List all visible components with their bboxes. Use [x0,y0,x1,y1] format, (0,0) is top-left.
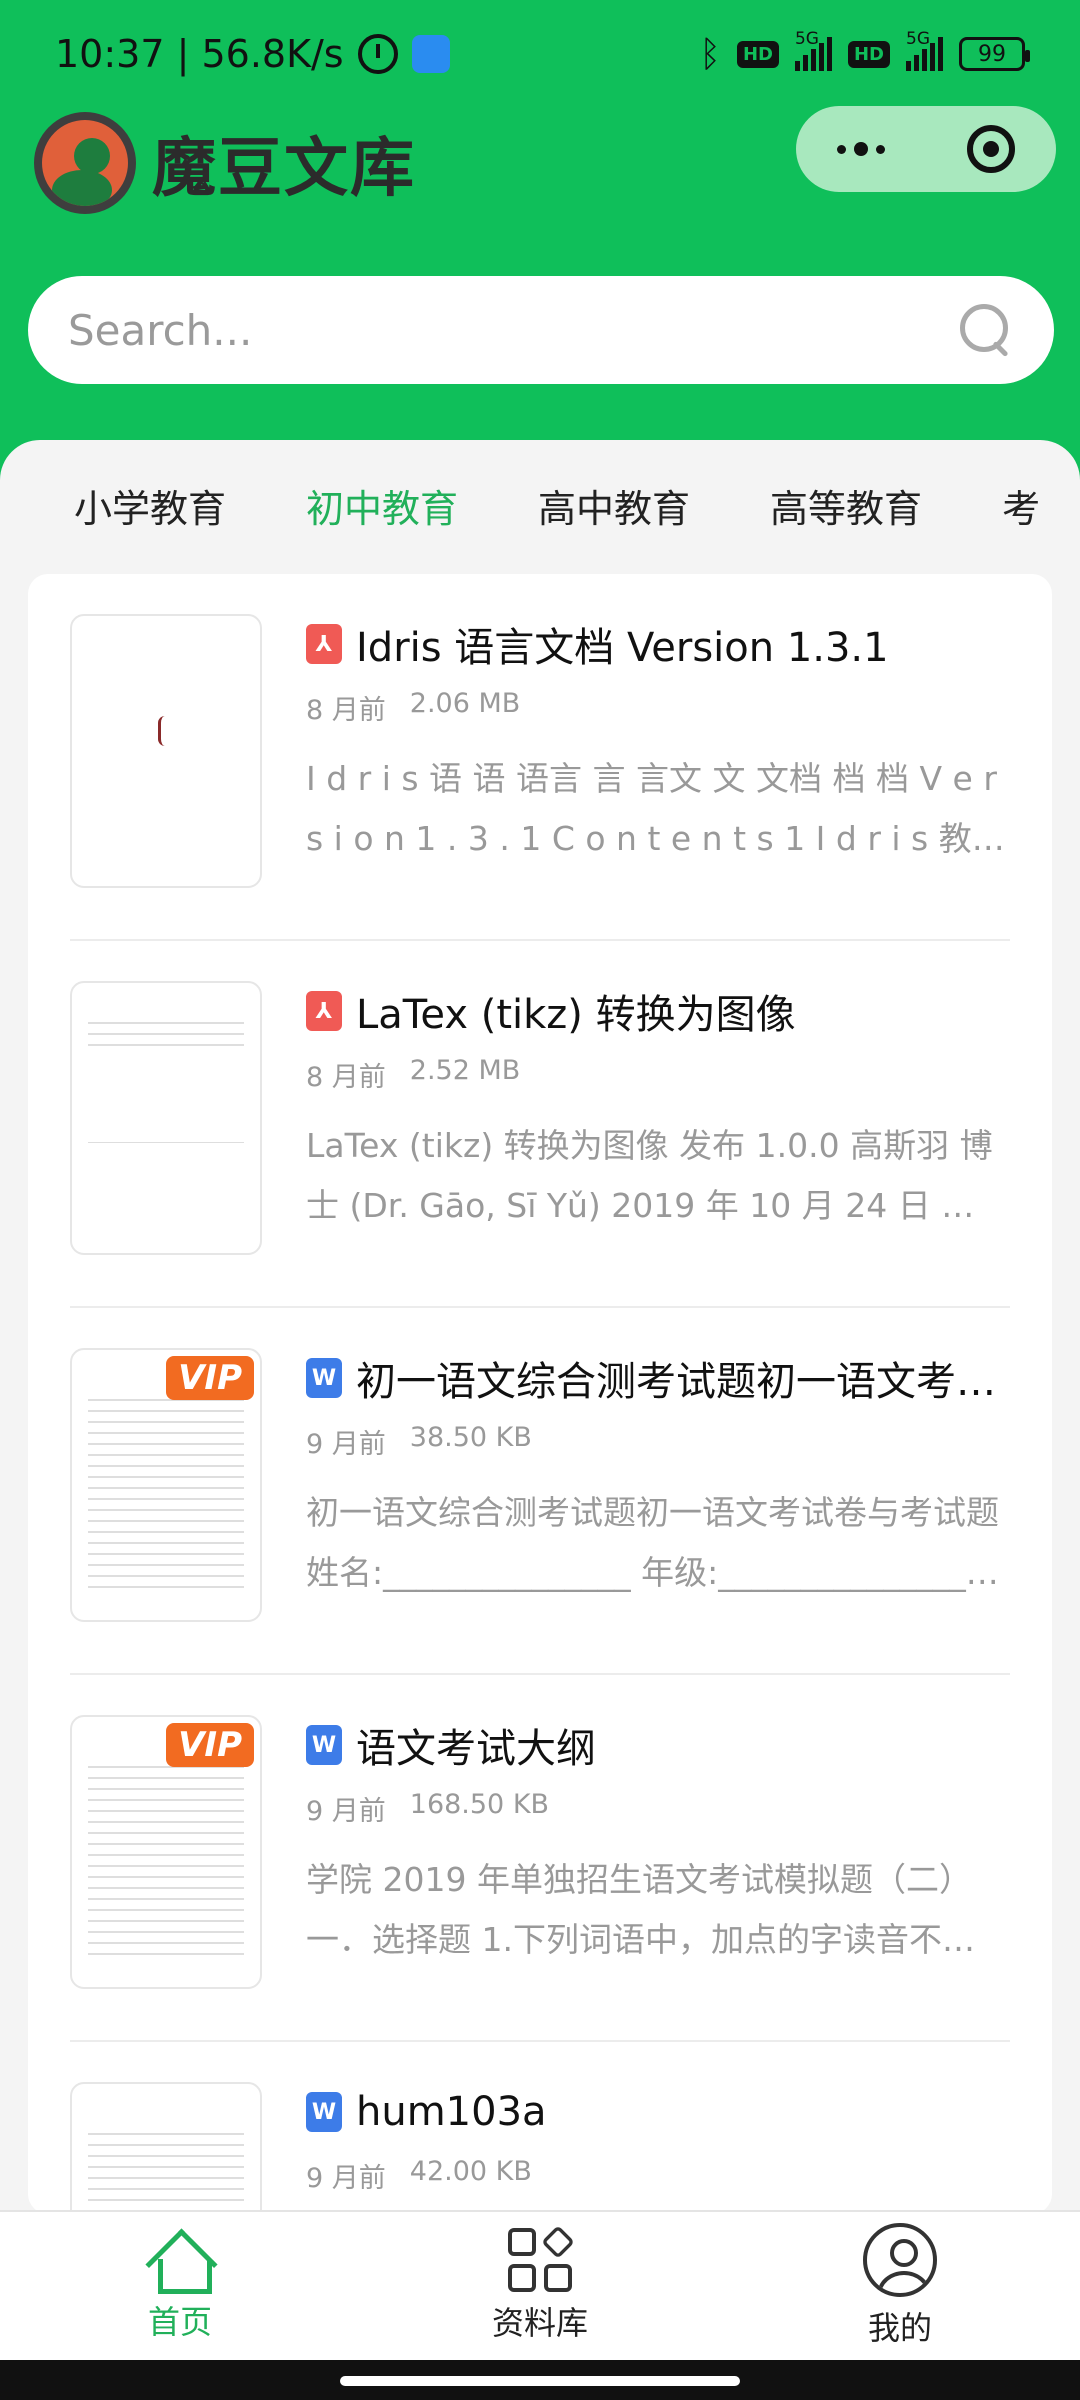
app-notification-icon [411,35,450,73]
nav-label: 我的 [867,2309,932,2347]
document-title: 初一语文综合测考试题初一语文考试卷与考试题 [356,1359,1006,1405]
bottom-nav: 首页 资料库 我的 [0,2210,1080,2360]
document-thumbnail [70,2082,262,2210]
word-icon: W [306,2092,342,2132]
document-item[interactable]: VIP W 初一语文综合测考试题初一语文考试卷与考试题 9 月前 38.50 K… [70,1308,1010,1675]
document-age: 9 月前 [306,2163,386,2194]
document-age: 9 月前 [306,1429,386,1460]
pdf-icon: ⅄ [306,991,342,1031]
miniapp-capsule [796,106,1056,192]
document-thumbnail: VIP [70,1348,262,1622]
vip-badge: VIP [166,1723,254,1767]
category-tabs: 小学教育 初中教育 高中教育 高等教育 考 [0,440,1080,570]
document-thumbnail [70,614,262,888]
status-bar: 10:37 | 56.8K/s ᛒ HD 5G HD 5G 99 [0,0,1080,108]
close-miniapp-button[interactable] [926,106,1056,192]
more-icon [837,142,885,156]
document-size: 2.52 MB [409,1055,521,1086]
signal-icon: 5G [794,29,832,71]
nav-label: 资料库 [491,2304,588,2342]
search-icon[interactable] [958,302,1014,358]
signal-icon-2: 5G [906,29,943,71]
document-size: 2.06 MB [409,688,521,719]
tab-junior-high-education[interactable]: 初中教育 [306,478,458,533]
document-excerpt: 学院 2019 年单独招生语文考试模拟题（二） 一．选择题 1.下列词语中，加点… [306,1860,972,1959]
document-thumbnail [70,981,262,1255]
vip-badge: VIP [166,1356,254,1400]
tab-primary-education[interactable]: 小学教育 [74,478,226,533]
document-excerpt: I d r i s 语 语 语言 言 言文 文 文档 档 档 V e r s i… [306,759,997,858]
document-size: 38.50 KB [409,1422,532,1453]
brand: 魔豆文库 [34,112,416,214]
document-title: hum103a [356,2089,547,2135]
document-item[interactable]: VIP W 语文考试大纲 9 月前 168.50 KB 学院 2019 年单独招… [70,1675,1010,2042]
nav-library[interactable]: 资料库 [360,2212,720,2360]
battery-indicator: 99 [959,37,1030,71]
nav-home[interactable]: 首页 [0,2212,360,2360]
document-excerpt: 初一语文综合测考试题初一语文考试卷与考试题 姓名:_______________… [306,1493,999,1592]
document-title: Idris 语言文档 Version 1.3.1 [356,625,889,671]
document-size: 168.50 KB [409,1789,550,1820]
tab-exam[interactable]: 考 [1002,478,1040,533]
gesture-bar [0,2360,1080,2400]
search-bar [28,276,1054,384]
document-age: 9 月前 [306,1796,386,1827]
alarm-icon [357,34,398,74]
document-item[interactable]: ⅄ LaTex (tikz) 转换为图像 8 月前 2.52 MB LaTex … [70,941,1010,1308]
bluetooth-icon: ᛒ [699,33,721,75]
search-input[interactable] [68,305,958,355]
status-time-speed: 10:37 | 56.8K/s [55,32,344,76]
document-title: LaTex (tikz) 转换为图像 [356,992,796,1038]
document-item[interactable]: W hum103a 9 月前 42.00 KB [70,2042,1010,2210]
document-thumbnail: VIP [70,1715,262,1989]
pdf-icon: ⅄ [306,624,342,664]
nav-label: 首页 [147,2303,212,2341]
document-title: 语文考试大纲 [356,1726,596,1772]
nav-profile[interactable]: 我的 [720,2212,1080,2360]
document-size: 42.00 KB [409,2156,532,2187]
more-button[interactable] [796,106,926,192]
content-panel: 小学教育 初中教育 高中教育 高等教育 考 ⅄ Idris 语言文档 Versi… [0,440,1080,2210]
hd-badge: HD [736,40,779,68]
brand-name: 魔豆文库 [152,132,416,206]
home-gesture-handle[interactable] [340,2376,740,2386]
document-age: 8 月前 [306,1062,386,1093]
logo-icon [34,112,136,214]
document-item[interactable]: ⅄ Idris 语言文档 Version 1.3.1 8 月前 2.06 MB … [70,574,1010,941]
user-icon [863,2223,937,2297]
document-excerpt: LaTex (tikz) 转换为图像 发布 1.0.0 高斯羽 博士 (Dr. … [306,1126,993,1225]
document-age: 8 月前 [306,695,386,726]
home-icon [148,2229,212,2294]
word-icon: W [306,1725,342,1765]
hd-badge-2: HD [847,40,890,68]
target-icon [967,125,1015,173]
library-icon [508,2225,575,2292]
tab-senior-high-education[interactable]: 高中教育 [538,478,690,533]
document-list: ⅄ Idris 语言文档 Version 1.3.1 8 月前 2.06 MB … [28,574,1052,2210]
word-icon: W [306,1358,342,1398]
tab-higher-education[interactable]: 高等教育 [770,478,922,533]
